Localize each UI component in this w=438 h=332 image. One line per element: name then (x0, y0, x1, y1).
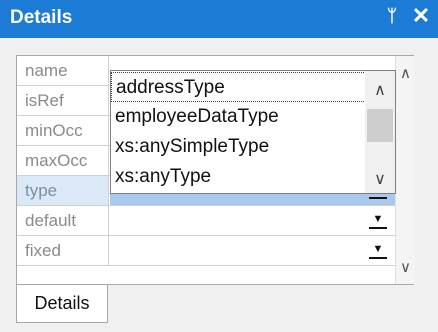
dropdown-option[interactable]: xs:anyType (111, 162, 366, 192)
dropdown-option[interactable]: addressType (111, 72, 366, 102)
fixed-value-combobox[interactable] (110, 236, 395, 265)
panel-titlebar: Details ᛘ ✕ (0, 0, 438, 38)
tab-details[interactable]: Details (16, 285, 108, 323)
dropdown-arrow-icon[interactable] (369, 213, 387, 229)
dropdown-option[interactable]: employeeDataType (111, 102, 366, 132)
scroll-down-icon[interactable]: ∨ (365, 169, 395, 189)
grid-scrollbar[interactable]: ∧ ∨ (395, 56, 415, 284)
property-label: type (17, 176, 109, 205)
type-dropdown-list[interactable]: addressType employeeDataType xs:anySimpl… (110, 70, 396, 194)
scroll-up-icon[interactable]: ∧ (396, 64, 415, 82)
panel-title: Details (10, 7, 73, 28)
dropdown-scrollbar[interactable]: ∧ ∨ (365, 71, 395, 193)
tab-strip: Details (16, 285, 414, 325)
property-row-default[interactable]: default (17, 206, 395, 236)
property-label: name (17, 56, 109, 85)
pin-icon[interactable]: ᛘ (383, 6, 401, 26)
property-label: default (17, 206, 109, 235)
close-icon[interactable]: ✕ (410, 3, 432, 29)
property-label: maxOcc (17, 146, 109, 175)
scroll-down-icon[interactable]: ∨ (396, 258, 415, 276)
scroll-thumb[interactable] (367, 109, 393, 142)
property-label: minOcc (17, 116, 109, 145)
dropdown-arrow-icon[interactable] (369, 243, 387, 259)
property-label: isRef (17, 86, 109, 115)
dropdown-option[interactable]: xs:anySimpleType (111, 132, 366, 162)
property-label: fixed (17, 236, 109, 265)
property-row-fixed[interactable]: fixed (17, 236, 395, 266)
default-value-combobox[interactable] (110, 206, 395, 235)
scroll-up-icon[interactable]: ∧ (365, 80, 395, 100)
